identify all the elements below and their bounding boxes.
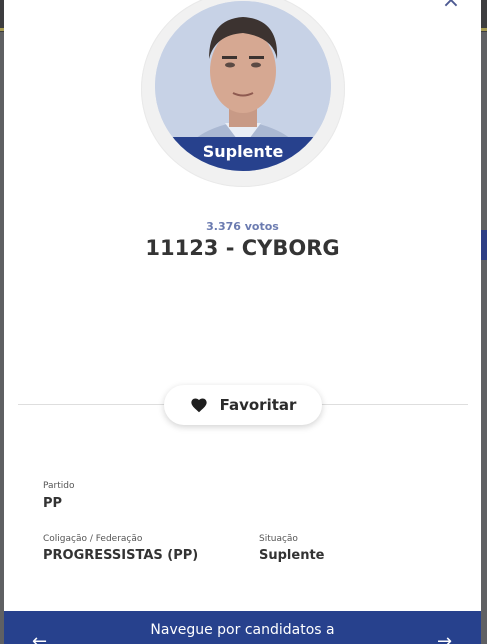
vote-count: 3.376 votos bbox=[206, 220, 279, 233]
arrow-right-icon[interactable]: → bbox=[437, 631, 452, 644]
coalition-label: Coligação / Federação bbox=[43, 534, 143, 544]
situation-label: Situação bbox=[259, 534, 298, 544]
candidate-photo: Suplente bbox=[155, 1, 331, 171]
coalition-value: PROGRESSISTAS (PP) bbox=[43, 548, 199, 563]
candidate-modal: × Suplente 3.376 votos 11123 - CYBORG Fa… bbox=[4, 0, 481, 644]
heart-icon bbox=[190, 398, 207, 413]
situation-value: Suplente bbox=[259, 548, 325, 563]
party-value: PP bbox=[43, 496, 63, 511]
party-label: Partido bbox=[43, 481, 75, 491]
favorite-label: Favoritar bbox=[219, 396, 297, 414]
status-badge: Suplente bbox=[155, 137, 331, 171]
favorite-button[interactable]: Favoritar bbox=[164, 385, 322, 425]
close-icon[interactable]: × bbox=[440, 0, 462, 12]
arrow-left-icon[interactable]: ← bbox=[32, 631, 47, 644]
navigate-text: Navegue por candidatos a bbox=[150, 622, 335, 638]
candidate-name: 11123 - CYBORG bbox=[145, 236, 340, 260]
backdrop-side-element bbox=[481, 230, 487, 260]
candidate-navigation-bar: Navegue por candidatos a ← → bbox=[4, 611, 481, 644]
